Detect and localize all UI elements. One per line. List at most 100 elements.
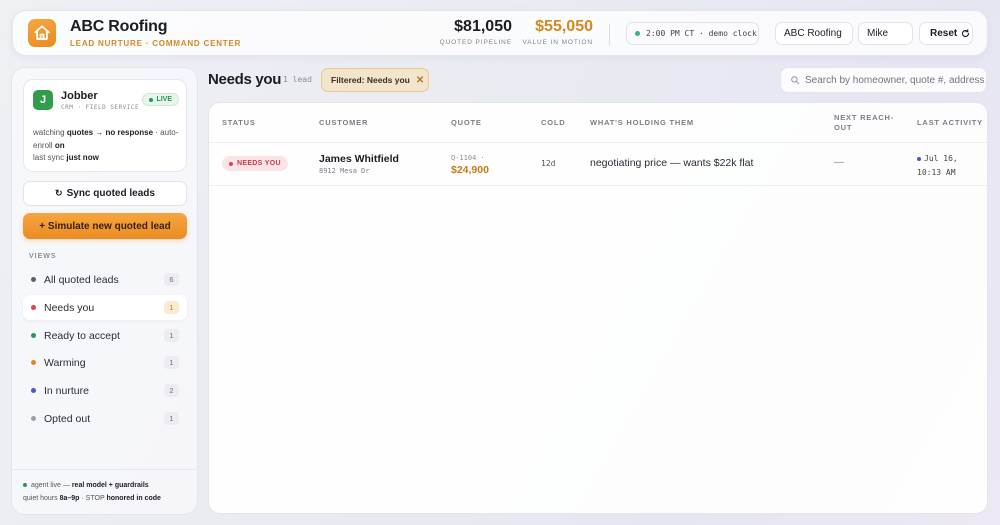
view-dot <box>31 360 36 365</box>
filter-chip[interactable]: Filtered: Needs you ✕ <box>321 68 429 92</box>
next-reach-out: — <box>834 157 844 168</box>
leads-table: STATUS CUSTOMER QUOTE COLD WHAT'S HOLDIN… <box>208 102 988 514</box>
col-last-activity: LAST ACTIVITY <box>917 118 983 127</box>
quote-amount: $24,900 <box>451 164 489 176</box>
app-name: ABC Roofing <box>70 18 168 35</box>
quoted-pipeline-stat: $81,050 QUOTED PIPELINE <box>440 18 512 46</box>
sync-icon: ↻ <box>55 188 63 198</box>
view-ready-to-accept[interactable]: Ready to accept 1 <box>23 323 187 348</box>
view-all-quoted-leads[interactable]: All quoted leads 6 <box>23 267 187 292</box>
demo-clock: 2:00 PM CT · demo clock <box>626 22 759 45</box>
view-in-nurture[interactable]: In nurture 2 <box>23 378 187 403</box>
desc-prefix: watching <box>33 128 65 137</box>
holding-reason: negotiating price — wants $22k flat <box>590 157 754 169</box>
col-holding: WHAT'S HOLDING THEM <box>590 118 694 127</box>
view-label: Ready to accept <box>44 329 120 342</box>
agent-live-dot <box>23 483 27 487</box>
view-label: Opted out <box>44 412 91 425</box>
col-cold: COLD <box>541 118 566 127</box>
footer-stop-note: honored in code <box>106 494 161 502</box>
activity-dot <box>917 156 921 161</box>
clock-text: 2:00 PM CT · demo clock <box>646 29 757 38</box>
footer-quiet-prefix: quiet hours <box>23 494 58 502</box>
view-needs-you[interactable]: Needs you 1 <box>23 295 187 320</box>
desc-sync-prefix: last sync <box>33 153 65 162</box>
customer-address: 8912 Mesa Dr <box>319 167 370 175</box>
view-count: 1 <box>164 412 179 425</box>
view-count: 1 <box>164 301 179 314</box>
live-badge: LIVE <box>142 93 179 106</box>
refresh-icon <box>962 29 970 38</box>
footer-stop: · STOP <box>81 494 105 502</box>
business-select[interactable]: ABC Roofing <box>775 22 853 45</box>
user-select[interactable]: Mike <box>858 22 913 45</box>
view-label: Needs you <box>44 301 95 314</box>
footer-prefix: agent live — <box>30 482 70 489</box>
reset-button[interactable]: Reset <box>919 22 973 45</box>
view-label: In nurture <box>44 384 89 397</box>
last-activity-time: 10:13 AM <box>917 167 956 177</box>
col-customer: CUSTOMER <box>319 118 369 127</box>
table-row[interactable]: NEEDS YOU James Whitfield 8912 Mesa Dr Q… <box>209 143 987 186</box>
view-count: 1 <box>164 356 179 369</box>
search-input[interactable] <box>780 67 987 93</box>
desc-trigger: quotes → no response <box>66 128 154 137</box>
view-label: Warming <box>44 356 86 369</box>
close-icon[interactable]: ✕ <box>416 75 424 86</box>
status-dot <box>229 161 233 166</box>
reset-label: Reset <box>930 28 958 39</box>
sidebar: J Jobber CRM · FIELD SERVICE LIVE watchi… <box>11 67 198 515</box>
home-icon <box>28 19 56 47</box>
quoted-pipeline-value: $81,050 <box>454 18 512 35</box>
view-count: 6 <box>164 273 179 286</box>
cold-days: 12d <box>541 159 556 168</box>
quote-id: Q-1104 · <box>451 154 485 162</box>
footer-model: real model + guardrails <box>71 482 149 489</box>
table-header: STATUS CUSTOMER QUOTE COLD WHAT'S HOLDIN… <box>209 103 987 143</box>
view-label: All quoted leads <box>44 273 119 286</box>
last-activity-date: Jul 16, <box>924 154 958 163</box>
sync-label: Sync quoted leads <box>66 188 155 199</box>
view-dot <box>31 333 36 338</box>
lead-count: 1 lead <box>283 75 312 84</box>
view-dot <box>31 388 36 393</box>
footer-quiet-hours: 8a–9p <box>59 494 80 502</box>
col-quote: QUOTE <box>451 118 482 127</box>
status-badge: NEEDS YOU <box>222 156 288 171</box>
views-heading: VIEWS <box>29 253 57 260</box>
view-count: 1 <box>164 329 179 342</box>
last-activity: Jul 16, 10:13 AM <box>917 152 958 179</box>
integration-subtitle: CRM · FIELD SERVICE <box>61 104 140 111</box>
live-label: LIVE <box>156 96 172 103</box>
clock-status-dot <box>635 31 640 36</box>
jobber-logo: J <box>33 90 53 110</box>
app-subtitle: LEAD NURTURE · COMMAND CENTER <box>70 39 242 48</box>
filter-chip-label: Filtered: Needs you <box>331 75 410 85</box>
col-next-reach-out: NEXT REACH-OUT <box>834 113 895 132</box>
sync-quoted-leads-button[interactable]: ↻ Sync quoted leads <box>23 181 187 206</box>
view-warming[interactable]: Warming 1 <box>23 350 187 375</box>
agent-status-footer: agent live — real model + guardrails qui… <box>12 469 197 514</box>
desc-enroll-state: on <box>54 140 65 150</box>
live-dot <box>149 97 154 102</box>
customer-name: James Whitfield <box>319 153 399 165</box>
status-label: NEEDS YOU <box>237 160 281 167</box>
desc-sync-time: just now <box>66 153 99 162</box>
page-title: Needs you <box>208 71 282 88</box>
integration-card: J Jobber CRM · FIELD SERVICE LIVE watchi… <box>23 79 187 172</box>
quoted-pipeline-label: QUOTED PIPELINE <box>439 39 512 46</box>
view-dot <box>31 416 36 421</box>
header-divider <box>609 24 610 46</box>
top-bar: ABC Roofing LEAD NURTURE · COMMAND CENTE… <box>12 10 988 56</box>
simulate-lead-button[interactable]: + Simulate new quoted lead <box>23 213 187 239</box>
view-dot <box>31 305 36 310</box>
value-in-motion-stat: $55,050 VALUE IN MOTION <box>523 18 593 46</box>
search-icon <box>791 76 800 85</box>
view-opted-out[interactable]: Opted out 1 <box>23 406 187 431</box>
view-count: 2 <box>164 384 179 397</box>
integration-description: watching quotes → no response · auto-enr… <box>33 127 181 165</box>
value-in-motion-value: $55,050 <box>535 18 593 35</box>
col-status: STATUS <box>222 118 256 127</box>
view-dot <box>31 277 36 282</box>
value-in-motion-label: VALUE IN MOTION <box>522 39 593 46</box>
